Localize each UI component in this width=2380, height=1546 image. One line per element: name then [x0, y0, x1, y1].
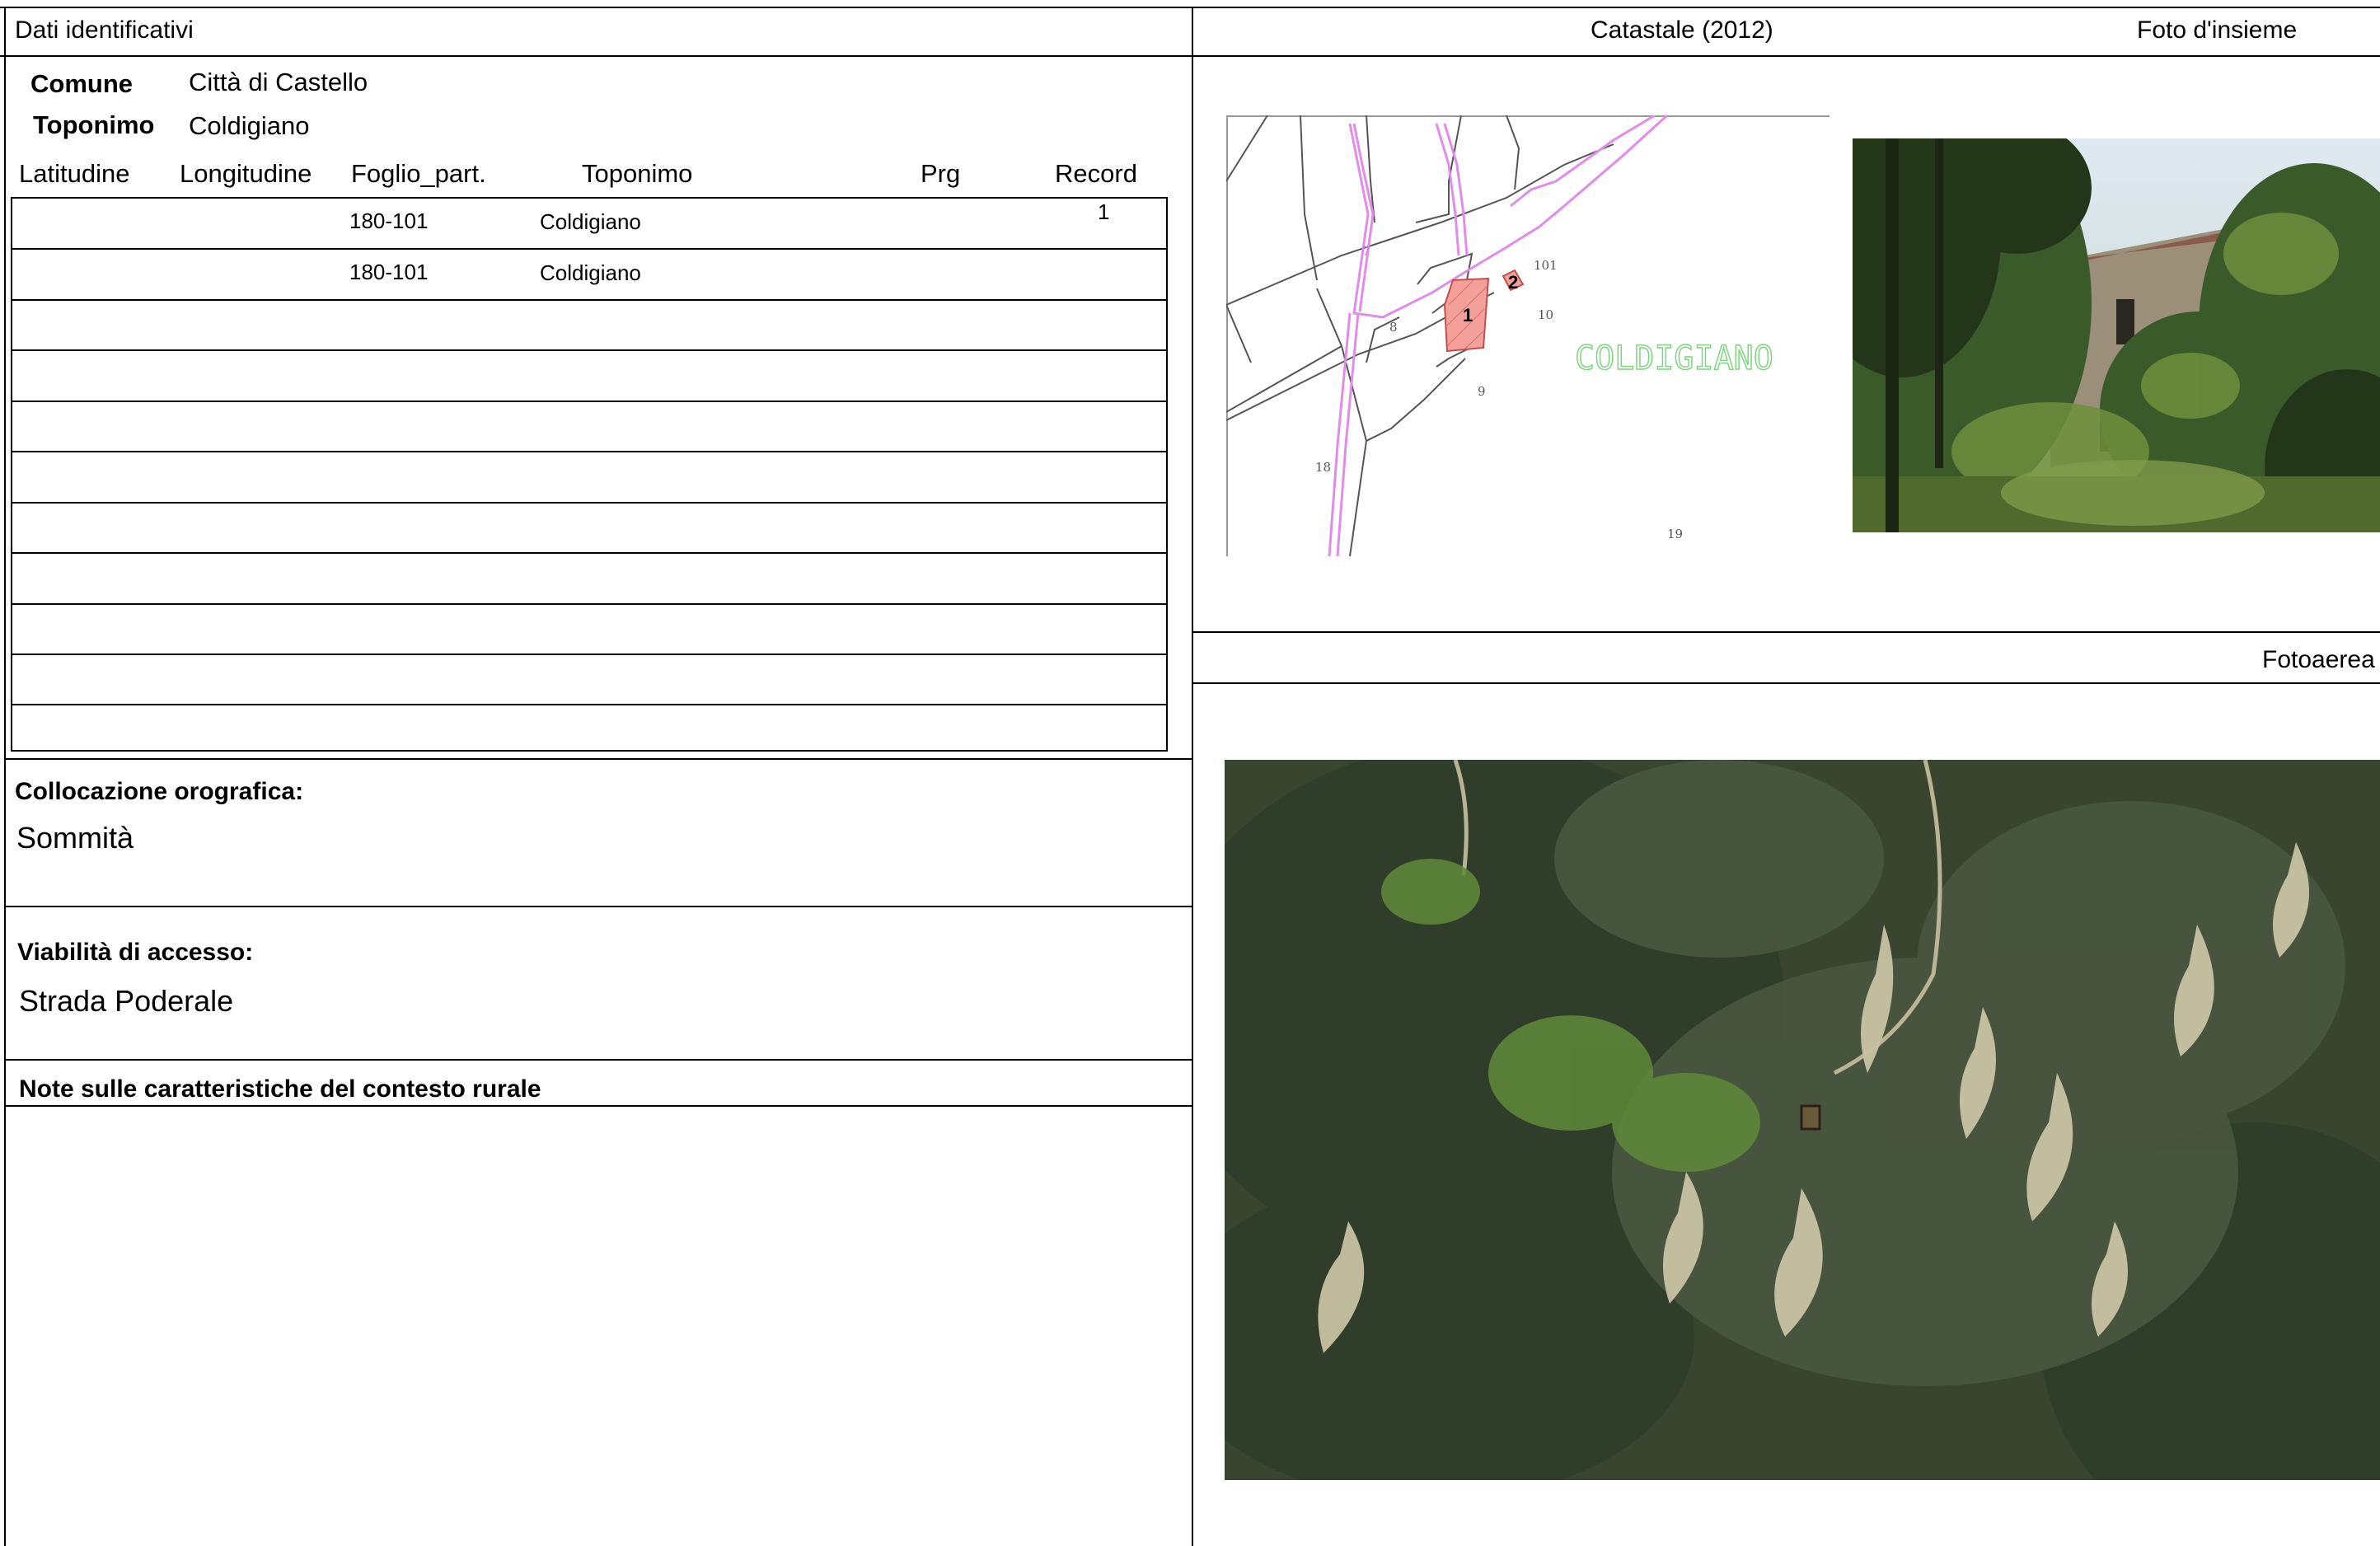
table-row-divider	[12, 248, 1166, 250]
cadastral-map: 1 2 7 8 9 10 18 19 101 COLDIGIANO	[1226, 115, 1830, 556]
place-label-coldigiano: COLDIGIANO	[1575, 340, 1773, 377]
overview-photo	[1853, 138, 2380, 532]
table-row-divider	[12, 349, 1166, 351]
left-border	[4, 7, 6, 1546]
viabilita-value: Strada Poderale	[19, 984, 234, 1018]
section-divider-3	[4, 1059, 1192, 1061]
table-cell-foglio: 180-101	[349, 208, 429, 233]
parcel-number: 101	[1534, 258, 1558, 273]
note-label: Note sulle caratteristiche del contesto …	[19, 1075, 541, 1103]
col-header-latitudine: Latitudine	[19, 159, 130, 188]
col-header-foglio: Foglio_part.	[351, 159, 486, 188]
section-title-fotoaerea: Fotoaerea	[2262, 646, 2375, 673]
header-divider	[0, 55, 2380, 57]
section-divider-4	[4, 1105, 1192, 1107]
comune-value: Città di Castello	[189, 68, 368, 96]
section-title-catastale: Catastale (2012)	[1591, 16, 1773, 44]
toponimo-label: Toponimo	[33, 110, 155, 139]
table-cell-toponimo: Coldigiano	[540, 260, 641, 285]
table-row-divider	[12, 299, 1166, 301]
right-divider-2	[1192, 682, 2380, 684]
toponimo-value: Coldigiano	[189, 111, 310, 140]
collocazione-value: Sommità	[16, 821, 134, 855]
table-cell-record: 1	[1098, 199, 1110, 224]
parcel-number: 19	[1667, 527, 1683, 541]
section-title-dati: Dati identificativi	[15, 16, 194, 44]
building-label-1: 1	[1463, 305, 1473, 326]
parcel-number: 10	[1538, 307, 1553, 322]
table-cell-toponimo: Coldigiano	[540, 209, 641, 234]
center-divider	[1192, 7, 1193, 1546]
right-divider-1	[1192, 631, 2380, 633]
top-border	[0, 7, 2380, 8]
col-header-prg: Prg	[921, 159, 961, 188]
col-header-longitudine: Longitudine	[180, 159, 312, 188]
viabilita-label: Viabilità di accesso:	[17, 939, 254, 966]
table-row-divider	[12, 704, 1166, 705]
parcel-number: 8	[1389, 320, 1398, 335]
table-row-divider	[12, 451, 1166, 452]
parcel-number: 18	[1315, 460, 1331, 475]
section-title-foto-insieme: Foto d'insieme	[2137, 16, 2298, 44]
comune-label: Comune	[30, 69, 133, 98]
parcel-number: 7	[1362, 244, 1370, 259]
collocazione-label: Collocazione orografica:	[15, 778, 304, 805]
table-cell-foglio: 180-101	[349, 260, 429, 284]
table-row-divider	[12, 603, 1166, 605]
section-divider-2	[4, 906, 1192, 907]
records-table: 180-101 Coldigiano 1 180-101 Coldigiano	[11, 197, 1168, 752]
parcel-number: 9	[1478, 384, 1486, 399]
table-row-divider	[12, 401, 1166, 402]
col-header-record: Record	[1055, 159, 1137, 188]
section-divider-1	[4, 758, 1192, 760]
col-header-toponimo: Toponimo	[582, 159, 693, 188]
table-row-divider	[12, 502, 1166, 504]
table-row-divider	[12, 552, 1166, 554]
aerial-photo	[1225, 760, 2380, 1480]
building-label-2: 2	[1508, 272, 1518, 293]
table-row-divider	[12, 654, 1166, 655]
